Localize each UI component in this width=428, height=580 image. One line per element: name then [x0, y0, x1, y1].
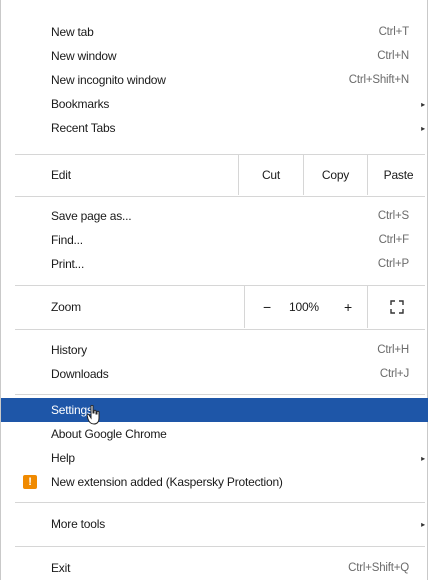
- menu-item-shortcut: Ctrl+Shift+N: [348, 74, 409, 86]
- menu-item-new-incognito-window[interactable]: New incognito window Ctrl+Shift+N: [1, 68, 428, 92]
- menu-item-help[interactable]: Help ▸: [1, 446, 428, 470]
- menu-item-settings[interactable]: Settings: [1, 398, 428, 422]
- menu-item-label: New incognito window: [51, 73, 166, 87]
- menu-item-label: History: [51, 343, 87, 357]
- edit-label: Edit: [51, 168, 71, 182]
- zoom-value: 100%: [289, 300, 319, 314]
- menu-item-label: Bookmarks: [51, 97, 110, 111]
- menu-item-shortcut: Ctrl+H: [377, 344, 409, 356]
- menu-item-find[interactable]: Find... Ctrl+F: [1, 228, 428, 252]
- zoom-divider: [367, 286, 368, 328]
- paste-button-label: Paste: [383, 168, 414, 182]
- menu-item-save-page-as[interactable]: Save page as... Ctrl+S: [1, 204, 428, 228]
- paste-button[interactable]: Paste: [367, 155, 428, 195]
- menu-item-label: More tools: [51, 517, 106, 531]
- menu-separator: [15, 329, 425, 330]
- menu-item-shortcut: Ctrl+S: [377, 210, 409, 222]
- menu-separator: [15, 502, 425, 503]
- menu-item-label: Help: [51, 451, 75, 465]
- menu-separator: [15, 394, 425, 395]
- menu-item-new-window[interactable]: New window Ctrl+N: [1, 44, 428, 68]
- warning-icon: !: [23, 475, 37, 489]
- menu-item-shortcut: Ctrl+T: [378, 26, 410, 38]
- menu-item-downloads[interactable]: Downloads Ctrl+J: [1, 362, 428, 386]
- cut-button[interactable]: Cut: [238, 155, 303, 195]
- menu-row-edit: Edit Cut Copy Paste: [1, 155, 428, 195]
- mouse-pointer-icon: [87, 405, 100, 425]
- menu-item-shortcut: Ctrl+P: [377, 258, 409, 270]
- menu-item-label: New tab: [51, 25, 94, 39]
- zoom-divider: [244, 286, 245, 328]
- menu-item-more-tools[interactable]: More tools ▸: [1, 512, 428, 536]
- submenu-arrow-icon: ▸: [421, 99, 425, 109]
- menu-item-label: About Google Chrome: [51, 427, 167, 441]
- zoom-label: Zoom: [51, 300, 81, 314]
- menu-item-shortcut: Ctrl+N: [377, 50, 409, 62]
- menu-separator: [15, 546, 425, 547]
- cut-button-label: Cut: [261, 168, 281, 182]
- chrome-main-menu: New tab Ctrl+T New window Ctrl+N New inc…: [0, 0, 428, 580]
- menu-item-about-google-chrome[interactable]: About Google Chrome: [1, 422, 428, 446]
- menu-item-label: Exit: [51, 561, 71, 575]
- menu-row-zoom: Zoom − 100% +: [1, 286, 428, 328]
- menu-item-print[interactable]: Print... Ctrl+P: [1, 252, 428, 276]
- menu-item-recent-tabs[interactable]: Recent Tabs ▸: [1, 116, 428, 140]
- menu-item-label: Save page as...: [51, 209, 132, 223]
- menu-item-new-tab[interactable]: New tab Ctrl+T: [1, 20, 428, 44]
- copy-button-label: Copy: [321, 168, 350, 182]
- menu-item-label: Print...: [51, 257, 85, 271]
- submenu-arrow-icon: ▸: [421, 123, 425, 133]
- menu-item-shortcut: Ctrl+F: [378, 234, 410, 246]
- menu-item-bookmarks[interactable]: Bookmarks ▸: [1, 92, 428, 116]
- menu-item-label: Recent Tabs: [51, 121, 116, 135]
- menu-item-label: New extension added (Kaspersky Protectio…: [51, 475, 283, 489]
- menu-item-shortcut: Ctrl+Shift+Q: [348, 562, 409, 574]
- submenu-arrow-icon: ▸: [421, 519, 425, 529]
- copy-button[interactable]: Copy: [303, 155, 367, 195]
- menu-item-label: Find...: [51, 233, 83, 247]
- menu-item-label: New window: [51, 49, 117, 63]
- menu-item-new-extension-added[interactable]: ! New extension added (Kaspersky Protect…: [1, 470, 428, 494]
- submenu-arrow-icon: ▸: [421, 453, 425, 463]
- menu-item-history[interactable]: History Ctrl+H: [1, 338, 428, 362]
- zoom-out-button[interactable]: −: [263, 299, 271, 315]
- menu-item-exit[interactable]: Exit Ctrl+Shift+Q: [1, 556, 428, 580]
- menu-item-label: Downloads: [51, 367, 109, 381]
- zoom-in-button[interactable]: +: [344, 299, 352, 315]
- menu-item-shortcut: Ctrl+J: [379, 368, 409, 380]
- fullscreen-icon[interactable]: [390, 300, 404, 314]
- menu-separator: [15, 196, 425, 197]
